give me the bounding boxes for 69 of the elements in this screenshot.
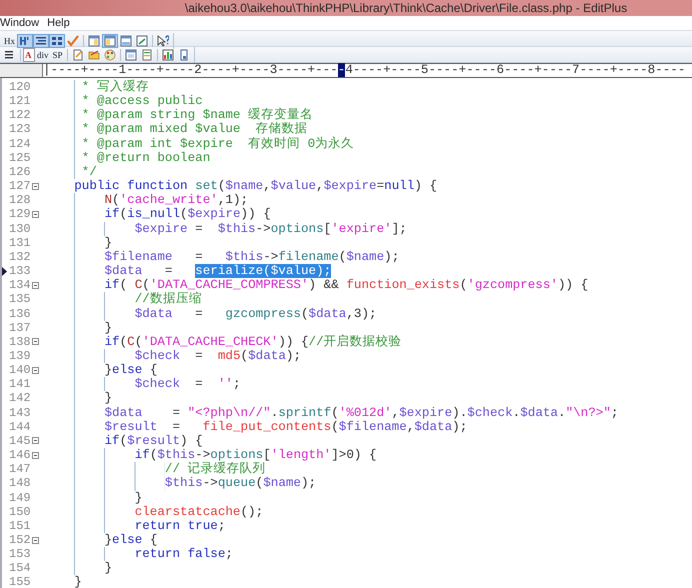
line-number: 142 — [9, 391, 32, 406]
line-number: 133 — [9, 264, 32, 278]
line-number: 127 — [9, 179, 32, 194]
ruler-margin — [0, 64, 43, 77]
line-number: 143 — [9, 406, 32, 420]
line-number: 134 — [9, 278, 32, 292]
lines-icon — [35, 35, 47, 47]
line-number: 137 — [9, 320, 32, 335]
line-number: 150 — [9, 504, 32, 519]
line-number: 155 — [9, 575, 32, 588]
paragraph-icon — [19, 35, 31, 47]
line-number: 139 — [9, 348, 32, 364]
line-number: 131 — [9, 236, 32, 250]
palette-icon — [104, 49, 116, 61]
list-icon — [4, 49, 16, 61]
line-number: 149 — [9, 490, 32, 505]
code-line: } — [73, 575, 82, 588]
line-number: 146 — [9, 448, 32, 462]
toolbar-button[interactable] — [155, 34, 171, 48]
line-number: 138 — [9, 334, 32, 349]
document-icon — [72, 49, 84, 61]
window-icon — [136, 35, 148, 47]
window-icon — [104, 35, 116, 47]
line-number: 147 — [9, 462, 32, 476]
toolbar-button[interactable] — [49, 34, 65, 48]
line-number: 132 — [9, 250, 32, 264]
check-icon — [67, 35, 79, 47]
line-number: 145 — [9, 434, 32, 448]
line-number: 141 — [9, 377, 32, 392]
folder-icon — [88, 49, 100, 61]
line-number: 151 — [9, 518, 32, 534]
menu-item[interactable]: Window — [0, 16, 44, 30]
line-number: 144 — [9, 420, 32, 434]
line-number: 153 — [9, 547, 32, 562]
toolbar-button[interactable]: A — [23, 48, 35, 62]
chart-icon — [162, 49, 174, 61]
help-pointer-icon — [157, 35, 169, 47]
line-number: 123 — [9, 122, 32, 137]
line-number: 140 — [9, 363, 32, 378]
page-icon — [178, 49, 190, 61]
window-title: \aikehou3.0\aikehou\ThinkPHP\Library\Think\Cache\Driver\File.class.php - EditPlus — [184, 1, 628, 15]
cursor-column-marker: - — [338, 63, 346, 77]
menu-item[interactable]: Help — [47, 16, 74, 30]
line-number: 130 — [9, 222, 32, 236]
line-number: 125 — [9, 150, 32, 165]
document-icon — [140, 49, 153, 61]
line-number: 124 — [9, 136, 32, 151]
line-number: 148 — [9, 476, 32, 491]
line-number: 126 — [9, 164, 32, 180]
line-number: 129 — [9, 207, 32, 222]
line-number: 128 — [9, 193, 32, 208]
line-number: 121 — [9, 94, 32, 108]
code-line: public function set($name,$value,$expire=null) { — [73, 179, 438, 194]
line-number: 120 — [9, 80, 32, 94]
toolbar-button[interactable]: SP — [50, 48, 65, 62]
window-icon — [88, 35, 100, 47]
toolbar-button[interactable] — [33, 34, 49, 48]
toolbar-button[interactable]: div — [35, 48, 51, 62]
toolbar-button[interactable]: Hx — [2, 34, 17, 48]
toolbar-button[interactable] — [160, 48, 176, 62]
line-number: 122 — [9, 108, 32, 122]
line-number: 136 — [9, 306, 32, 321]
grid-icon — [51, 35, 63, 47]
line-number: 135 — [9, 292, 32, 307]
line-number: 154 — [9, 561, 32, 576]
line-number: 152 — [9, 533, 32, 548]
window-icon — [120, 35, 132, 47]
window-icon — [124, 49, 137, 61]
column-ruler: |----+----1----+----2----+----3----+----4----+----5----+----6----+----7----+----8---- — [43, 64, 686, 77]
